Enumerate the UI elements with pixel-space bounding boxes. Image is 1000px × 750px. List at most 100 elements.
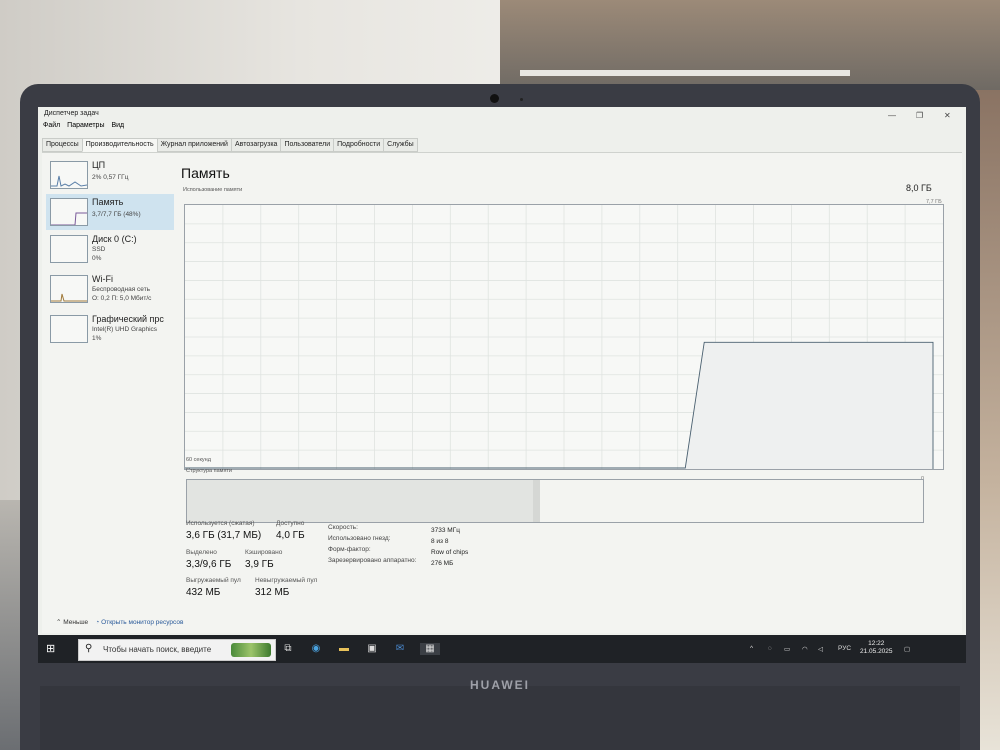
task-view-icon[interactable]: ⧉ xyxy=(282,643,294,655)
graph-time-label: 60 секунд xyxy=(186,457,211,463)
structure-in-use xyxy=(187,480,534,522)
clock-date: 21.05.2025 xyxy=(860,648,893,655)
tab-strip: Процессы Производительность Журнал прило… xyxy=(42,138,418,152)
stat-committed: Выделено 3,3/9,6 ГБ xyxy=(186,549,231,570)
stat-paged-label: Выгружаемый пул xyxy=(186,577,241,584)
windows-start-icon[interactable]: ⊞ xyxy=(46,643,58,655)
footer: ⌃ Меньше ◔ Открыть монитор ресурсов xyxy=(56,618,183,626)
sidebar-disk-sub2: 0% xyxy=(92,255,102,262)
edge-icon[interactable]: ◉ xyxy=(310,643,322,655)
tab-services[interactable]: Службы xyxy=(383,138,418,152)
sidebar-gpu-sub2: 1% xyxy=(92,335,102,342)
stat-committed-value: 3,3/9,6 ГБ xyxy=(186,559,232,570)
webcam-light xyxy=(520,98,523,101)
task-manager-taskbar-icon[interactable]: ▦ xyxy=(420,643,440,655)
store-icon[interactable]: ▣ xyxy=(366,643,378,655)
structure-modified xyxy=(532,480,541,522)
sidebar-cpu-name: ЦП xyxy=(92,160,106,170)
sidebar-wifi-sub2: О: 0,2 П: 5,0 Мбит/с xyxy=(92,295,152,302)
spec-speed-value: 3733 МГц xyxy=(431,527,460,534)
menu-file[interactable]: Файл xyxy=(43,122,60,129)
stat-committed-label: Выделено xyxy=(186,549,217,556)
mail-icon[interactable]: ✉ xyxy=(394,643,406,655)
background-shelf-edge xyxy=(520,70,850,76)
minimize-button[interactable]: — xyxy=(888,111,896,120)
tab-startup[interactable]: Автозагрузка xyxy=(230,138,282,152)
taskbar: ⊞ ⚲ Чтобы начать поиск, введите ⧉ ◉ ▬ ▣ … xyxy=(38,635,966,663)
tray-battery-icon[interactable]: ▭ xyxy=(784,645,790,653)
search-icon: ⚲ xyxy=(85,643,93,654)
clock-time: 12:22 xyxy=(868,640,885,647)
structure-label: Структура памяти xyxy=(186,468,233,474)
tray-clock[interactable]: 12:22 21.05.2025 xyxy=(860,640,893,656)
tab-performance[interactable]: Производительность xyxy=(81,138,158,152)
notifications-icon[interactable]: ▢ xyxy=(904,645,910,653)
sidebar-item-wifi[interactable]: Wi-Fi Беспроводная сеть О: 0,2 П: 5,0 Мб… xyxy=(46,271,174,307)
title-bar: Диспетчер задач — ❐ ✕ xyxy=(38,107,966,121)
stat-available-label: Доступно xyxy=(276,520,305,527)
spec-slots-value: 8 из 8 xyxy=(431,538,449,545)
tab-processes[interactable]: Процессы xyxy=(42,138,83,152)
search-placeholder: Чтобы начать поиск, введите xyxy=(103,645,212,654)
sidebar-memory-name: Память xyxy=(92,197,124,207)
sidebar-memory-sub: 3,7/7,7 ГБ (48%) xyxy=(92,211,141,218)
tab-app-history[interactable]: Журнал приложений xyxy=(156,138,232,152)
sidebar-item-memory[interactable]: Память 3,7/7,7 ГБ (48%) xyxy=(46,194,174,230)
page-title: Память xyxy=(181,165,230,181)
stat-cached-value: 3,9 ГБ xyxy=(245,559,274,570)
tray-wifi-icon[interactable]: ◠ xyxy=(802,645,808,653)
tab-users[interactable]: Пользователи xyxy=(280,138,335,152)
sidebar-gpu-name: Графический прс xyxy=(92,314,164,324)
stat-nonpaged-pool: Невыгружаемый пул 312 МБ xyxy=(255,577,317,598)
laptop-brand: HUAWEI xyxy=(470,678,530,692)
tray-network-icon[interactable]: ◌ xyxy=(768,645,772,652)
sidebar-item-cpu[interactable]: ЦП 2% 0,57 ГГц xyxy=(46,157,174,193)
resource-monitor-link[interactable]: ◔ Открыть монитор ресурсов xyxy=(95,619,183,626)
stat-in-use: Используется (сжатая) 3,6 ГБ (31,7 МБ) xyxy=(186,520,261,541)
sidebar-item-gpu[interactable]: Графический прс Intel(R) UHD Graphics 1% xyxy=(46,311,174,347)
menu-options[interactable]: Параметры xyxy=(67,122,104,129)
less-label: Меньше xyxy=(63,619,89,626)
tray-chevron-icon[interactable]: ^ xyxy=(750,645,753,652)
memory-sparkline xyxy=(51,212,87,226)
stat-in-use-label: Используется (сжатая) xyxy=(186,520,255,527)
screen: Диспетчер задач — ❐ ✕ Файл Параметры Вид… xyxy=(38,107,966,663)
cpu-sparkline xyxy=(51,175,88,187)
stat-paged-value: 432 МБ xyxy=(186,587,221,598)
menu-bar: Файл Параметры Вид xyxy=(38,122,124,134)
tab-details[interactable]: Подробности xyxy=(333,138,385,152)
memory-thumbnail xyxy=(50,198,88,226)
spec-reserved-value: 276 МБ xyxy=(431,560,454,567)
memory-graph-svg xyxy=(185,205,943,469)
gpu-thumbnail xyxy=(50,315,88,343)
stat-in-use-value: 3,6 ГБ (31,7 МБ) xyxy=(186,530,262,541)
sidebar-item-disk[interactable]: Диск 0 (C:) SSD 0% xyxy=(46,231,174,267)
sidebar-wifi-name: Wi-Fi xyxy=(92,274,113,284)
spec-slots-label: Использовано гнезд: xyxy=(328,535,391,542)
tray-volume-icon[interactable]: ◁ xyxy=(818,645,823,653)
maximize-button[interactable]: ❐ xyxy=(916,111,923,120)
usage-label: Использование памяти xyxy=(183,187,243,193)
menu-view[interactable]: Вид xyxy=(111,122,124,129)
file-explorer-icon[interactable]: ▬ xyxy=(338,643,350,655)
memory-usage-area xyxy=(685,342,933,469)
stat-cached: Кэшировано 3,9 ГБ xyxy=(245,549,282,570)
taskbar-search[interactable]: ⚲ Чтобы начать поиск, введите xyxy=(78,639,276,661)
total-memory: 8,0 ГБ xyxy=(906,183,932,193)
laptop-chin xyxy=(40,686,960,750)
memory-structure-bar xyxy=(186,479,924,523)
disk-thumbnail xyxy=(50,235,88,263)
spec-reserved-label: Зарезервировано аппаратно: xyxy=(328,557,417,564)
sidebar-disk-sub: SSD xyxy=(92,246,106,253)
stat-nonpaged-value: 312 МБ xyxy=(255,587,290,598)
search-highlight-image xyxy=(231,643,271,657)
wifi-thumbnail xyxy=(50,275,88,303)
spec-speed-label: Скорость: xyxy=(328,524,358,531)
cpu-thumbnail xyxy=(50,161,88,189)
sidebar-disk-name: Диск 0 (C:) xyxy=(92,234,137,244)
stat-available-value: 4,0 ГБ xyxy=(276,530,305,541)
close-button[interactable]: ✕ xyxy=(944,111,951,120)
stat-available: Доступно 4,0 ГБ xyxy=(276,520,305,541)
tray-language[interactable]: РУС xyxy=(838,645,851,652)
less-button[interactable]: ⌃ Меньше xyxy=(56,619,88,626)
